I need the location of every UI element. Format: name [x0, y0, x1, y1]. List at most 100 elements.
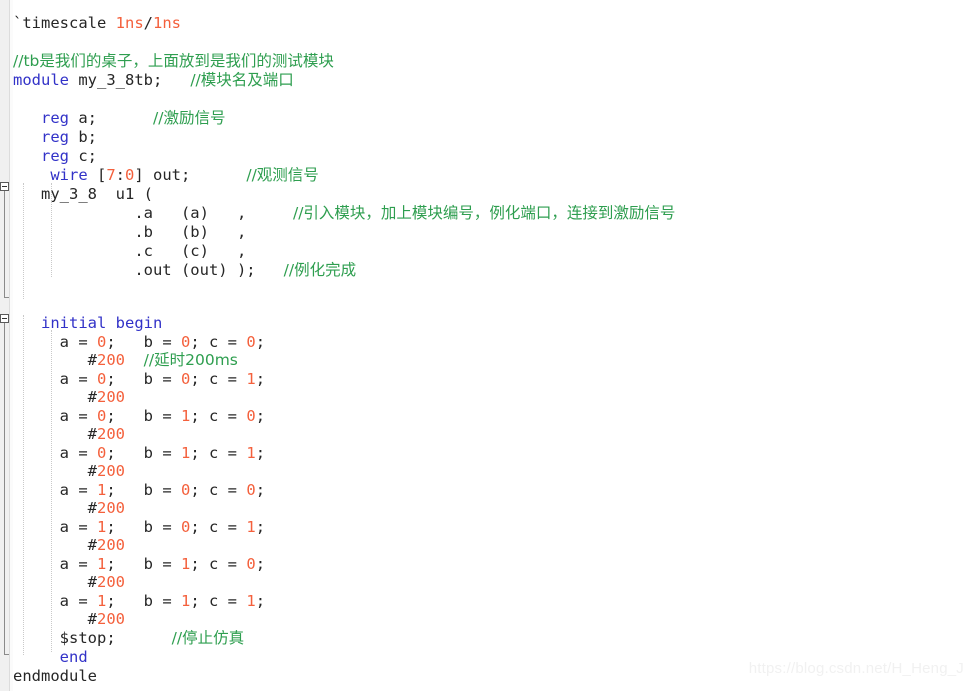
code-line-11: .a (a) , //引入模块，加上模块编号，例化端口，连接到激励信号	[13, 204, 675, 223]
code-line-29: #200	[13, 536, 125, 555]
token-plain: a =	[13, 444, 97, 462]
code-line-9: wire [7:0] out; //观测信号	[13, 166, 318, 185]
fold-guide-initial	[4, 323, 5, 655]
token-plain: ; b =	[106, 444, 181, 462]
token-plain: ; c =	[190, 555, 247, 573]
token-num: 200	[97, 610, 125, 628]
code-line-7: reg b;	[13, 128, 97, 147]
code-line-13: .c (c) ,	[13, 242, 246, 261]
token-num: 0	[97, 407, 107, 425]
fold-guide-end-initial	[4, 654, 9, 655]
token-num: 0	[181, 333, 191, 351]
token-plain: ;	[255, 555, 266, 573]
token-plain: ;	[255, 444, 266, 462]
token-plain: #	[13, 388, 97, 406]
token-cmt: //tb是我们的桌子，上面放到是我们的测试模块	[13, 52, 334, 70]
token-num: 0	[181, 481, 191, 499]
token-num: 0	[181, 518, 191, 536]
token-num: 1	[246, 592, 256, 610]
token-kw: wire	[50, 166, 88, 184]
token-kw: reg	[41, 109, 69, 127]
token-cmt: //模块名及端口	[190, 71, 294, 89]
code-line-22: a = 0; b = 1; c = 0;	[13, 407, 265, 426]
code-line-32: a = 1; b = 1; c = 1;	[13, 592, 265, 611]
code-line-23: #200	[13, 425, 125, 444]
token-plain: #	[13, 351, 97, 369]
token-num: 1	[97, 518, 107, 536]
code-line-3: //tb是我们的桌子，上面放到是我们的测试模块	[13, 52, 334, 71]
code-line-35: end	[13, 648, 88, 667]
fold-marker-module[interactable]	[0, 182, 9, 191]
token-num: 0	[246, 555, 256, 573]
token-plain: ; c =	[190, 444, 247, 462]
code-line-14: .out (out) ); //例化完成	[13, 261, 356, 280]
token-num: 0	[125, 166, 135, 184]
token-plain: .c (c) ,	[13, 242, 247, 260]
token-kw: reg	[41, 128, 69, 146]
code-editor-screenshot: `timescale 1ns/1ns //tb是我们的桌子，上面放到是我们的测试模…	[0, 0, 972, 691]
code-line-25: #200	[13, 462, 125, 481]
token-num: 200	[97, 462, 125, 480]
fold-guide-end-module	[4, 297, 9, 298]
watermark-url: https://blog.csdn.net/H_Heng_J	[748, 660, 964, 677]
editor-gutter	[0, 0, 10, 691]
code-line-24: a = 0; b = 1; c = 1;	[13, 444, 265, 463]
token-num: 0	[246, 481, 256, 499]
token-num: 1	[97, 481, 107, 499]
token-plain: ;	[255, 481, 266, 499]
token-cmt: //例化完成	[283, 261, 357, 279]
token-plain: a =	[13, 370, 97, 388]
code-line-27: #200	[13, 499, 125, 518]
token-num: 0	[246, 333, 256, 351]
token-num: 1	[246, 370, 256, 388]
token-plain: #	[13, 499, 97, 517]
token-plain: :	[115, 166, 126, 184]
token-plain: #	[13, 425, 97, 443]
token-plain: ; b =	[106, 592, 181, 610]
token-plain: ; b =	[106, 370, 181, 388]
token-plain: endmodule	[13, 667, 97, 685]
token-num: 1	[181, 407, 191, 425]
token-plain: a;	[69, 109, 153, 127]
token-plain: #	[13, 536, 97, 554]
token-kw: end	[59, 648, 88, 666]
token-plain: ; b =	[106, 481, 181, 499]
code-line-17: initial begin	[13, 314, 162, 333]
token-plain: a =	[13, 555, 97, 573]
code-line-18: a = 0; b = 0; c = 0;	[13, 333, 265, 352]
fold-marker-initial[interactable]	[0, 314, 9, 323]
token-num: 200	[97, 499, 125, 517]
code-line-21: #200	[13, 388, 125, 407]
token-num: 200	[97, 388, 125, 406]
token-plain: ; b =	[106, 333, 181, 351]
token-plain: a =	[13, 333, 97, 351]
token-num: 200	[97, 573, 125, 591]
token-plain: a =	[13, 407, 97, 425]
token-plain: [	[87, 166, 107, 184]
code-line-34: $stop; //停止仿真	[13, 629, 244, 648]
code-line-8: reg c;	[13, 147, 97, 166]
token-num: 1	[246, 518, 256, 536]
token-num: 1	[181, 555, 191, 573]
token-plain: ; c =	[190, 333, 247, 351]
code-line-36: endmodule	[13, 667, 97, 686]
token-plain: ; b =	[106, 407, 181, 425]
token-plain: ; c =	[190, 592, 247, 610]
token-plain: ; b =	[106, 518, 181, 536]
token-plain: ;	[255, 518, 266, 536]
token-plain: my_3_8 u1 (	[13, 185, 153, 203]
token-plain: a =	[13, 481, 97, 499]
token-plain: ;	[255, 592, 266, 610]
token-plain: .b (b) ,	[13, 223, 247, 241]
code-line-4: module my_3_8tb; //模块名及端口	[13, 71, 294, 90]
token-plain: b;	[69, 128, 97, 146]
token-kw: reg	[41, 147, 69, 165]
code-text-area[interactable]: `timescale 1ns/1ns //tb是我们的桌子，上面放到是我们的测试模…	[13, 0, 972, 691]
token-plain: #	[13, 573, 97, 591]
token-plain: ; c =	[190, 481, 247, 499]
token-plain: /	[143, 14, 153, 32]
